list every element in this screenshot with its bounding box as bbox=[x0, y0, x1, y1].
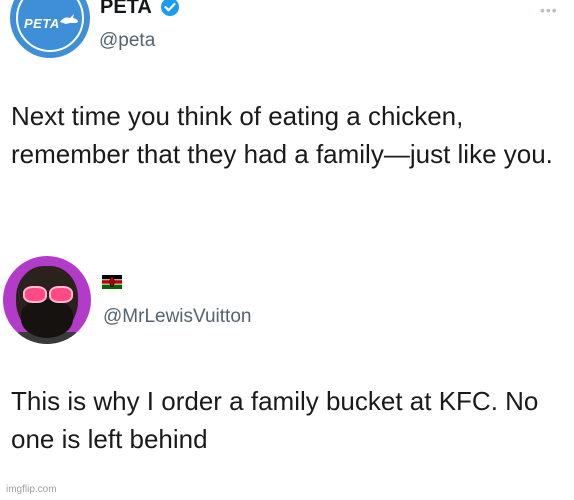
tweet-peta[interactable]: PETA PETA @peta ••• Next time you think … bbox=[0, 0, 574, 240]
kenya-flag-icon bbox=[102, 275, 122, 289]
tweet-reply[interactable]: @MrLewisVuitton This is why I order a fa… bbox=[0, 245, 574, 500]
avatar-glasses-right bbox=[49, 286, 73, 303]
tweet-text: This is why I order a family bucket at K… bbox=[11, 386, 539, 454]
tweet-text: Next time you think of eating a chicken,… bbox=[11, 101, 553, 169]
bunny-icon bbox=[60, 14, 78, 24]
author-display-name[interactable]: PETA bbox=[100, 0, 152, 19]
author-handle[interactable]: @peta bbox=[99, 30, 155, 52]
avatar-beard bbox=[21, 300, 73, 338]
watermark: imgflip.com bbox=[6, 484, 57, 495]
verified-badge-icon bbox=[161, 0, 179, 16]
ellipsis-icon[interactable]: ••• bbox=[540, 2, 558, 18]
user-avatar[interactable] bbox=[3, 256, 91, 344]
peta-logo-text: PETA bbox=[24, 16, 60, 31]
avatar-glasses-left bbox=[23, 286, 47, 303]
peta-avatar[interactable]: PETA bbox=[10, 0, 90, 58]
author-handle[interactable]: @MrLewisVuitton bbox=[103, 306, 251, 328]
